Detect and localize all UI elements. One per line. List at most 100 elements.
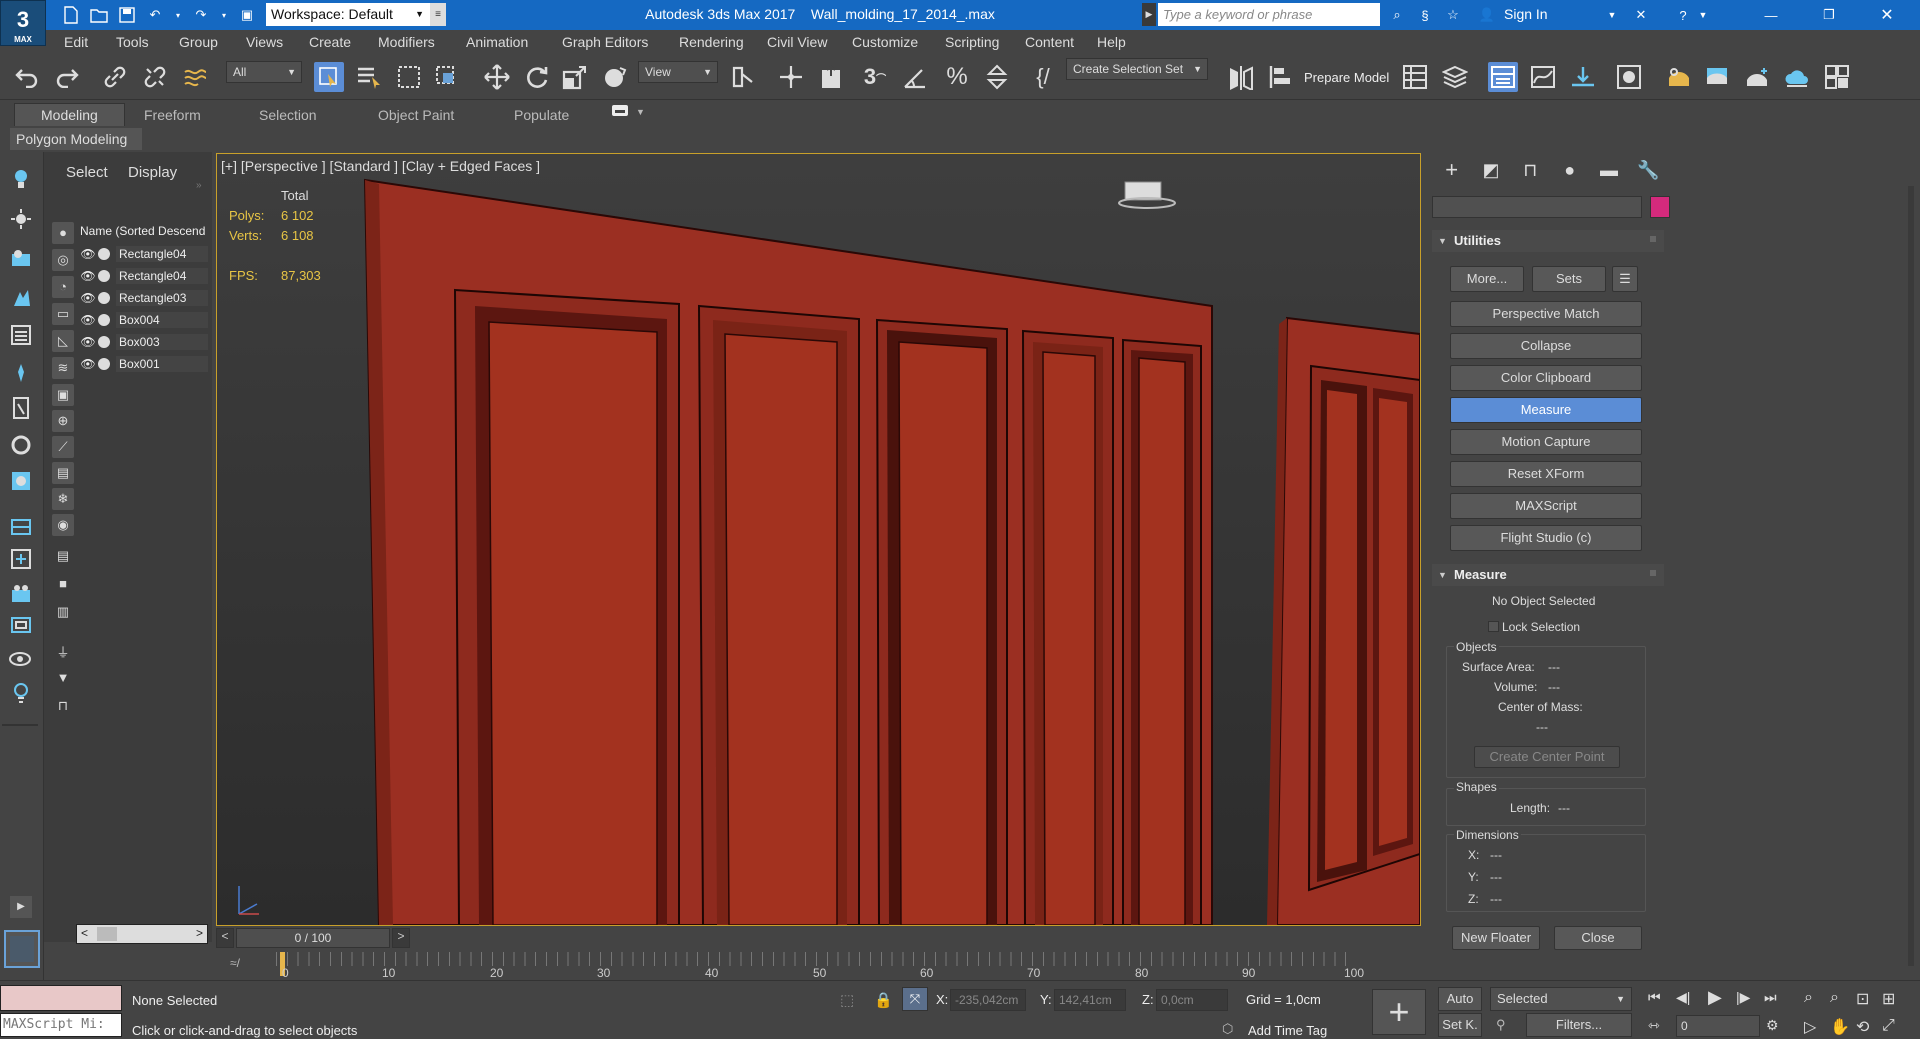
- reset-xform-button[interactable]: Reset XForm: [1450, 461, 1642, 487]
- display-frozen-icon[interactable]: ◉: [52, 514, 74, 536]
- toggle-layer-explorer-icon[interactable]: [1440, 62, 1470, 92]
- eye-icon[interactable]: 👁: [80, 313, 96, 327]
- utilities-tab-icon[interactable]: 🔧: [1629, 156, 1668, 186]
- polygon-modeling-panel[interactable]: Polygon Modeling: [10, 128, 142, 150]
- menu-customize[interactable]: Customize: [852, 34, 918, 50]
- display-dependencies-icon[interactable]: ▥: [54, 604, 72, 622]
- asset-library-icon[interactable]: [10, 248, 32, 270]
- window-crossing-icon[interactable]: [432, 62, 462, 92]
- toggle-scene-explorer-icon[interactable]: [1400, 62, 1430, 92]
- display-geometry-icon[interactable]: ●: [52, 222, 74, 244]
- motion-capture-button[interactable]: Motion Capture: [1450, 429, 1642, 455]
- material-preview-icon[interactable]: [10, 470, 32, 492]
- set-key-big-icon[interactable]: +: [1372, 989, 1426, 1035]
- measure-button[interactable]: Measure: [1450, 397, 1642, 423]
- redo-icon[interactable]: [52, 62, 82, 92]
- rotate-icon[interactable]: [522, 62, 552, 92]
- coord-z-field[interactable]: 0,0cm: [1156, 989, 1228, 1011]
- explorer-tab-select[interactable]: Select: [66, 164, 108, 181]
- move-icon[interactable]: [482, 62, 512, 92]
- angle-snap-icon[interactable]: [900, 62, 930, 92]
- tab-populate[interactable]: Populate: [514, 107, 569, 123]
- display-containers-icon[interactable]: ▤: [52, 462, 74, 484]
- new-floater-button[interactable]: New Floater: [1452, 926, 1540, 950]
- display-bones-icon[interactable]: ⟋: [52, 436, 74, 458]
- redo-dropdown-icon[interactable]: ▾: [218, 4, 230, 26]
- display-groups-icon[interactable]: ▣: [52, 384, 74, 406]
- render-production-icon[interactable]: [1742, 62, 1772, 92]
- bind-space-warp-icon[interactable]: [180, 62, 210, 92]
- toggle-ribbon-icon[interactable]: [1488, 62, 1518, 92]
- menu-edit[interactable]: Edit: [64, 34, 88, 50]
- restore-icon[interactable]: ❐: [1806, 0, 1852, 30]
- tab-selection[interactable]: Selection: [259, 107, 317, 123]
- a360-gallery-icon[interactable]: [1822, 62, 1852, 92]
- filter-icon[interactable]: ⏚: [54, 642, 72, 660]
- mirror-icon[interactable]: [1226, 62, 1256, 92]
- eye-icon[interactable]: 👁: [80, 269, 96, 283]
- zoom-extents-icon[interactable]: ⊡: [1856, 989, 1869, 1009]
- zoom-icon[interactable]: ⌕: [1804, 989, 1813, 1007]
- populate-icon[interactable]: [10, 286, 32, 308]
- display-particles-icon[interactable]: ❄: [52, 488, 74, 510]
- create-tab-icon[interactable]: +: [1432, 156, 1471, 186]
- set-key-button[interactable]: Set K.: [1438, 1013, 1482, 1037]
- material-editor-icon[interactable]: [1614, 62, 1644, 92]
- menu-modifiers[interactable]: Modifiers: [378, 34, 435, 50]
- select-children-icon[interactable]: ⊓: [54, 698, 72, 716]
- light-lister-icon[interactable]: [10, 682, 32, 704]
- perspective-match-button[interactable]: Perspective Match: [1450, 301, 1642, 327]
- lock-selection-label[interactable]: Lock Selection: [1502, 620, 1580, 634]
- list-item[interactable]: 👁 Rectangle03: [80, 287, 208, 309]
- menu-create[interactable]: Create: [309, 34, 351, 50]
- zoom-all-icon[interactable]: ⌕: [1830, 989, 1839, 1007]
- autodesk-app-store-icon[interactable]: ✕: [1628, 0, 1654, 30]
- workspace-menu-icon[interactable]: ≡: [430, 3, 446, 26]
- utilities-rollout-header[interactable]: Utilities: [1432, 230, 1664, 252]
- isolate-selection-icon[interactable]: ⬚: [840, 991, 854, 1009]
- snaps-toggle-icon[interactable]: 3 ⌒: [860, 62, 890, 92]
- explorer-tab-display[interactable]: Display: [128, 164, 177, 181]
- help-dropdown-icon[interactable]: ▼: [1696, 0, 1710, 30]
- motion-tab-icon[interactable]: ●: [1550, 156, 1589, 186]
- link-icon[interactable]: [100, 62, 130, 92]
- new-file-icon[interactable]: [60, 4, 82, 26]
- viewport-layout-thumbnail[interactable]: [4, 930, 40, 968]
- safe-frame-icon[interactable]: [10, 614, 32, 636]
- track-bar[interactable]: ≈/ 0 10 20 30 40 50 60 70 80 90 100: [216, 950, 1421, 980]
- selection-filter-dropdown[interactable]: All ▼: [226, 61, 302, 83]
- menu-animation[interactable]: Animation: [466, 34, 528, 50]
- sign-in-link[interactable]: Sign In: [1504, 6, 1548, 22]
- light-icon[interactable]: [10, 168, 32, 190]
- rendered-frame-window-icon[interactable]: [1702, 62, 1732, 92]
- field-of-view-icon[interactable]: ▷: [1804, 1017, 1816, 1037]
- play-icon[interactable]: ▶: [1708, 987, 1722, 1008]
- menu-scripting[interactable]: Scripting: [945, 34, 999, 50]
- scale-icon[interactable]: [560, 62, 590, 92]
- modify-tab-icon[interactable]: ◩: [1471, 156, 1510, 186]
- eye-icon[interactable]: 👁: [80, 335, 96, 349]
- menu-views[interactable]: Views: [246, 34, 283, 50]
- place-icon[interactable]: [600, 62, 630, 92]
- weight-table-icon[interactable]: [10, 396, 32, 420]
- menu-group[interactable]: Group: [179, 34, 218, 50]
- walkthrough-icon[interactable]: [10, 362, 32, 384]
- curve-editor-icon[interactable]: [1528, 62, 1558, 92]
- undo-icon[interactable]: ↶: [144, 4, 166, 26]
- perspective-viewport[interactable]: [+] [Perspective ] [Standard ] [Clay + E…: [216, 153, 1421, 926]
- menu-tools[interactable]: Tools: [116, 34, 149, 50]
- menu-graph-editors[interactable]: Graph Editors: [562, 34, 648, 50]
- save-icon[interactable]: [116, 4, 138, 26]
- create-selection-set-dropdown[interactable]: Create Selection Set ▼: [1066, 58, 1208, 80]
- select-manipulate-icon[interactable]: [776, 62, 806, 92]
- display-spacewarps-icon[interactable]: ≋: [52, 357, 74, 379]
- display-shapes-icon[interactable]: ◎: [52, 249, 74, 271]
- tab-modeling[interactable]: Modeling: [14, 103, 125, 126]
- viewport-label[interactable]: [+] [Perspective ] [Standard ] [Clay + E…: [221, 158, 540, 174]
- object-color-swatch[interactable]: [1650, 196, 1670, 218]
- rotate-view-icon[interactable]: [10, 434, 32, 456]
- go-to-end-icon[interactable]: ⏭: [1764, 989, 1777, 1006]
- curve-editor-mini-icon[interactable]: ≈/: [230, 956, 240, 970]
- schematic-view-icon[interactable]: [1568, 62, 1598, 92]
- key-mode-toggle-icon[interactable]: ⚲: [1496, 1017, 1506, 1033]
